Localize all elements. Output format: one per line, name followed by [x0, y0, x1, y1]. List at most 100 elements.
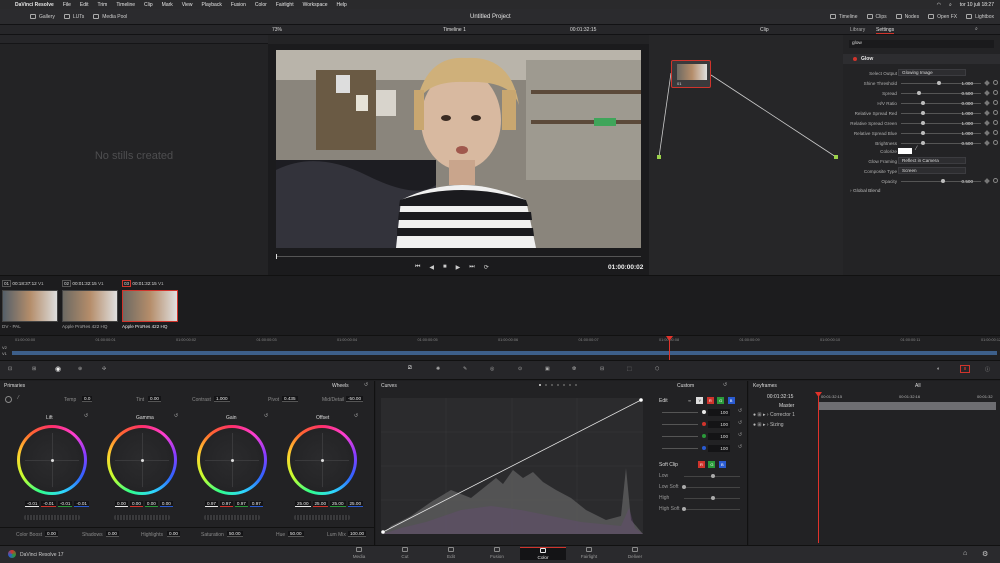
link-icon[interactable]: ∞	[686, 397, 693, 404]
menu-timeline[interactable]: Timeline	[116, 2, 135, 8]
lightbox-button[interactable]: Lightbox	[966, 14, 994, 20]
param-value[interactable]: 1.000	[945, 111, 974, 116]
edit-channel-knob[interactable]	[702, 410, 706, 414]
color-wheel-lift[interactable]	[17, 425, 87, 495]
timeline-button[interactable]: Timeline	[829, 14, 858, 20]
tracker-icon[interactable]: ⊙	[518, 366, 522, 372]
menu-clock[interactable]: tor 10 juli 18:27	[960, 2, 994, 8]
primaries-reset-icon[interactable]: ↺	[364, 382, 368, 388]
inspector-search-icon[interactable]: ⌕	[975, 26, 978, 32]
edit-channel-knob[interactable]	[702, 446, 706, 450]
nodes-button[interactable]: Nodes	[895, 14, 919, 20]
media-pool-button[interactable]: Media Pool	[93, 14, 127, 20]
composite-type-dropdown[interactable]: Screen	[898, 167, 966, 174]
wheel-value-field[interactable]: 25.00	[312, 501, 328, 507]
menu-mark[interactable]: Mark	[162, 2, 173, 8]
clip-thumbnail[interactable]	[122, 290, 178, 322]
wheel-value-field[interactable]: 0.00	[129, 501, 143, 507]
edit-channel-value[interactable]: 100	[708, 409, 730, 416]
param-slider[interactable]	[921, 121, 925, 125]
param-slider[interactable]	[921, 141, 925, 145]
luts-button[interactable]: LUTs	[63, 14, 84, 20]
edit-reset-icon[interactable]: ↺	[738, 444, 742, 450]
saturation-field[interactable]: 50.00	[227, 531, 243, 537]
wheel-reset-icon[interactable]: ↺	[84, 413, 88, 419]
keyframe-track-corrector-1[interactable]: ● ⊞ ▸ › Corrector 1	[753, 412, 795, 418]
page-tab-deliver[interactable]: Deliver	[612, 547, 658, 560]
param-value[interactable]: 0.000	[945, 101, 974, 106]
wheel-master-slider[interactable]	[24, 515, 80, 520]
qualifier-icon[interactable]: ✎	[463, 366, 467, 372]
page-tab-media[interactable]: Media	[336, 547, 382, 560]
wheel-value-field[interactable]: 25.00	[295, 501, 311, 507]
primaries-mode-dropdown[interactable]: Wheels	[332, 383, 349, 389]
edit-channel-knob[interactable]	[702, 434, 706, 438]
param-slider[interactable]	[921, 101, 925, 105]
audio-meter-icon[interactable]: Ⅲ	[960, 365, 970, 373]
shadows-field[interactable]: 0.00	[106, 531, 119, 537]
keyframe-track-sizing[interactable]: ● ⊞ ▸ › Sizing	[753, 422, 784, 428]
video-frame[interactable]	[276, 50, 641, 248]
keyframe-icon[interactable]	[984, 130, 990, 136]
param-value[interactable]: 0.500	[945, 141, 974, 146]
edit-channel-value[interactable]: 100	[708, 421, 730, 428]
project-settings-icon[interactable]: ⚙	[982, 550, 988, 558]
page-tab-cut[interactable]: Cut	[382, 547, 428, 560]
node-clip-label[interactable]: Clip	[760, 27, 769, 33]
channel-r-button[interactable]: R	[706, 397, 714, 404]
color-warper-icon[interactable]: ✺	[436, 366, 440, 372]
stop-icon[interactable]: ■	[443, 264, 447, 271]
softclip-knob[interactable]	[682, 507, 686, 511]
curves-graph[interactable]	[381, 398, 643, 534]
rgb-mixer-icon[interactable]: ⊕	[78, 366, 82, 372]
glow-section-header[interactable]: Glow	[843, 54, 1000, 64]
curves-reset-icon[interactable]: ↺	[723, 382, 727, 388]
keyframes-filter-dropdown[interactable]: All	[915, 383, 921, 389]
channel-y-button[interactable]: Y	[696, 397, 704, 404]
channel-b-button[interactable]: B	[727, 397, 735, 404]
opacity-keyframe-icon[interactable]	[984, 178, 990, 184]
param-slider[interactable]	[937, 81, 941, 85]
wheel-value-field[interactable]: 0.00	[144, 501, 158, 507]
clip-thumbnail[interactable]	[2, 290, 58, 322]
keyframe-icon[interactable]	[984, 100, 990, 106]
color-wheel-gamma[interactable]	[107, 425, 177, 495]
color-wheel-offset[interactable]	[287, 425, 357, 495]
motion-effects-icon[interactable]: ✣	[102, 366, 106, 372]
key-icon[interactable]: ⊟	[600, 366, 604, 372]
reset-icon[interactable]	[993, 80, 998, 85]
menu-fairlight[interactable]: Fairlight	[276, 2, 294, 8]
keyframe-icon[interactable]	[984, 80, 990, 86]
param-slider[interactable]	[917, 91, 921, 95]
wheel-value-field[interactable]: -0.01	[57, 501, 73, 507]
keyframe-icon[interactable]	[984, 140, 990, 146]
wheel-value-field[interactable]: 25.00	[330, 501, 346, 507]
menu-help[interactable]: Help	[337, 2, 347, 8]
search-icon[interactable]: ⌕	[949, 2, 952, 8]
corrector-node[interactable]: 01	[671, 60, 711, 88]
edit-channel-knob[interactable]	[702, 422, 706, 426]
temp-field[interactable]: 0.0	[82, 396, 93, 402]
edit-channel-value[interactable]: 100	[708, 433, 730, 440]
project-manager-icon[interactable]: ⌂	[963, 550, 967, 557]
color-match-icon[interactable]: ⊞	[32, 366, 36, 372]
clip-thumbnail[interactable]	[62, 290, 118, 322]
edit-reset-icon[interactable]: ↺	[738, 420, 742, 426]
magic-mask-icon[interactable]: ▣	[545, 366, 550, 372]
tint-field[interactable]: 0.00	[148, 396, 161, 402]
softclip-knob[interactable]	[711, 496, 715, 500]
channel-g-button[interactable]: G	[717, 397, 725, 404]
go-to-end-icon[interactable]: ⏭	[469, 264, 474, 271]
param-slider[interactable]	[921, 111, 925, 115]
menu-trim[interactable]: Trim	[98, 2, 108, 8]
reset-icon[interactable]	[993, 130, 998, 135]
page-tab-color[interactable]: Color	[520, 547, 566, 560]
highlights-field[interactable]: 0.00	[167, 531, 180, 537]
param-value[interactable]: 1.000	[945, 121, 974, 126]
curves-palette-icon[interactable]: ⧄	[408, 365, 412, 372]
wheel-value-field[interactable]: 0.97	[219, 501, 233, 507]
page-tab-fusion[interactable]: Fusion	[474, 547, 520, 560]
color-wheel-gain[interactable]	[197, 425, 267, 495]
wheel-value-field[interactable]: -0.01	[25, 501, 40, 507]
loop-icon[interactable]: ⟳	[484, 264, 489, 271]
